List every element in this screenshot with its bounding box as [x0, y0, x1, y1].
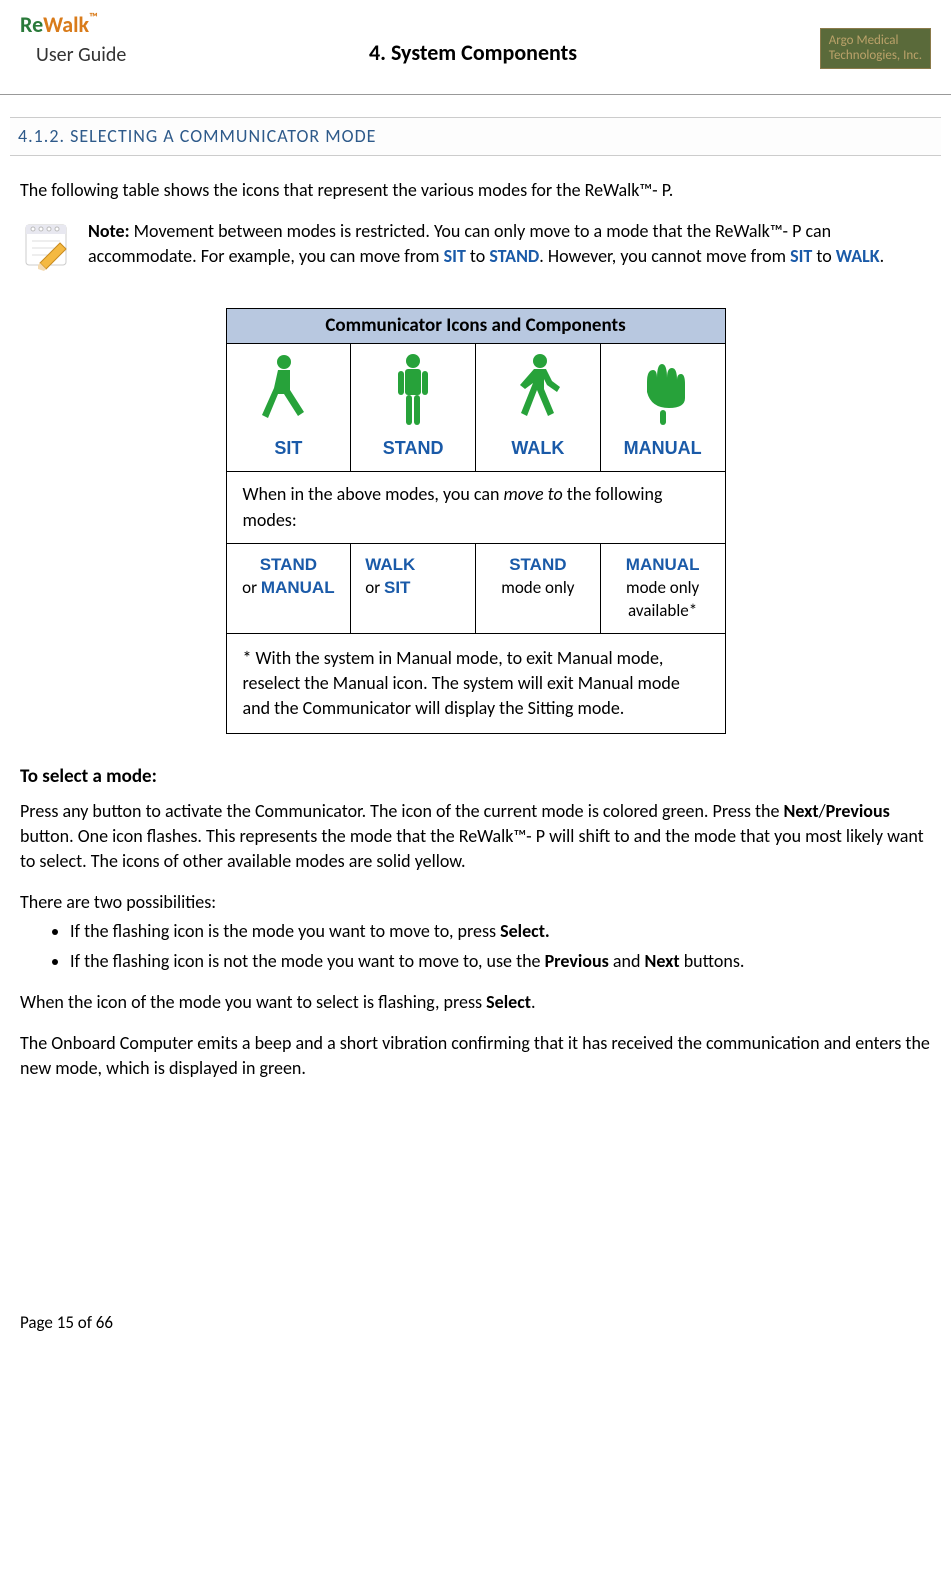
note-block: Note: Movement between modes is restrict… [20, 219, 931, 285]
table-header: Communicator Icons and Components [226, 308, 725, 344]
company-line-2: Technologies, Inc. [829, 48, 922, 64]
intro-paragraph: The following table shows the icons that… [20, 178, 931, 203]
transition-from-sit: STANDor MANUAL [226, 543, 351, 633]
table-description: When in the above modes, you can move to… [226, 472, 725, 543]
note-text: Note: Movement between modes is restrict… [88, 219, 931, 269]
possibilities-list: If the flashing icon is the mode you wan… [70, 919, 931, 973]
user-guide-label: User Guide [36, 41, 126, 69]
logo-walk: Walk [43, 11, 89, 38]
page-header: ReWalk™ User Guide 4. System Components … [20, 10, 931, 69]
sit-icon [258, 352, 318, 430]
logo-re: Re [20, 11, 43, 38]
mode-walk: WALK [836, 245, 880, 267]
mode-sit: SIT [790, 245, 812, 267]
page-footer: Page 15 of 66 [20, 1311, 931, 1335]
select-mode-heading: To select a mode: [20, 764, 931, 791]
company-badge: Argo Medical Technologies, Inc. [820, 28, 931, 69]
mode-cell-walk: WALK [476, 344, 601, 472]
transition-from-manual: MANUALmode only available* [600, 543, 725, 633]
company-line-1: Argo Medical [829, 33, 922, 49]
select-paragraph-2: When the icon of the mode you want to se… [20, 990, 931, 1015]
transition-from-stand: WALKor SIT [351, 543, 476, 633]
transition-from-walk: STANDmode only [476, 543, 601, 633]
mode-label-walk: WALK [480, 436, 596, 461]
walk-icon [508, 352, 568, 430]
mode-label-stand: STAND [355, 436, 471, 461]
possibilities-intro: There are two possibilities: [20, 890, 931, 915]
select-paragraph-3: The Onboard Computer emits a beep and a … [20, 1031, 931, 1081]
section-title: 4. System Components [126, 38, 819, 69]
header-divider [0, 94, 951, 95]
note-label: Note: [88, 220, 130, 242]
product-logo: ReWalk™ [20, 10, 126, 41]
stand-icon [388, 352, 438, 430]
mode-label-sit: SIT [231, 436, 347, 461]
select-paragraph-1: Press any button to activate the Communi… [20, 799, 931, 875]
logo-tm: ™ [89, 11, 98, 25]
logo-block: ReWalk™ User Guide [20, 10, 126, 69]
subsection-heading: 4.1.2. SELECTING A COMMUNICATOR MODE [10, 117, 941, 156]
mode-sit: SIT [444, 245, 466, 267]
table-footnote: * With the system in Manual mode, to exi… [226, 633, 725, 734]
note-pencil-icon [20, 219, 72, 271]
mode-cell-manual: MANUAL [600, 344, 725, 472]
list-item: If the flashing icon is the mode you wan… [70, 919, 931, 944]
mode-stand: STAND [489, 245, 539, 267]
mode-cell-stand: STAND [351, 344, 476, 472]
list-item: If the flashing icon is not the mode you… [70, 949, 931, 974]
communicator-modes-table: Communicator Icons and Components SIT ST… [226, 308, 726, 735]
mode-label-manual: MANUAL [605, 436, 721, 461]
manual-icon [633, 360, 693, 430]
mode-cell-sit: SIT [226, 344, 351, 472]
